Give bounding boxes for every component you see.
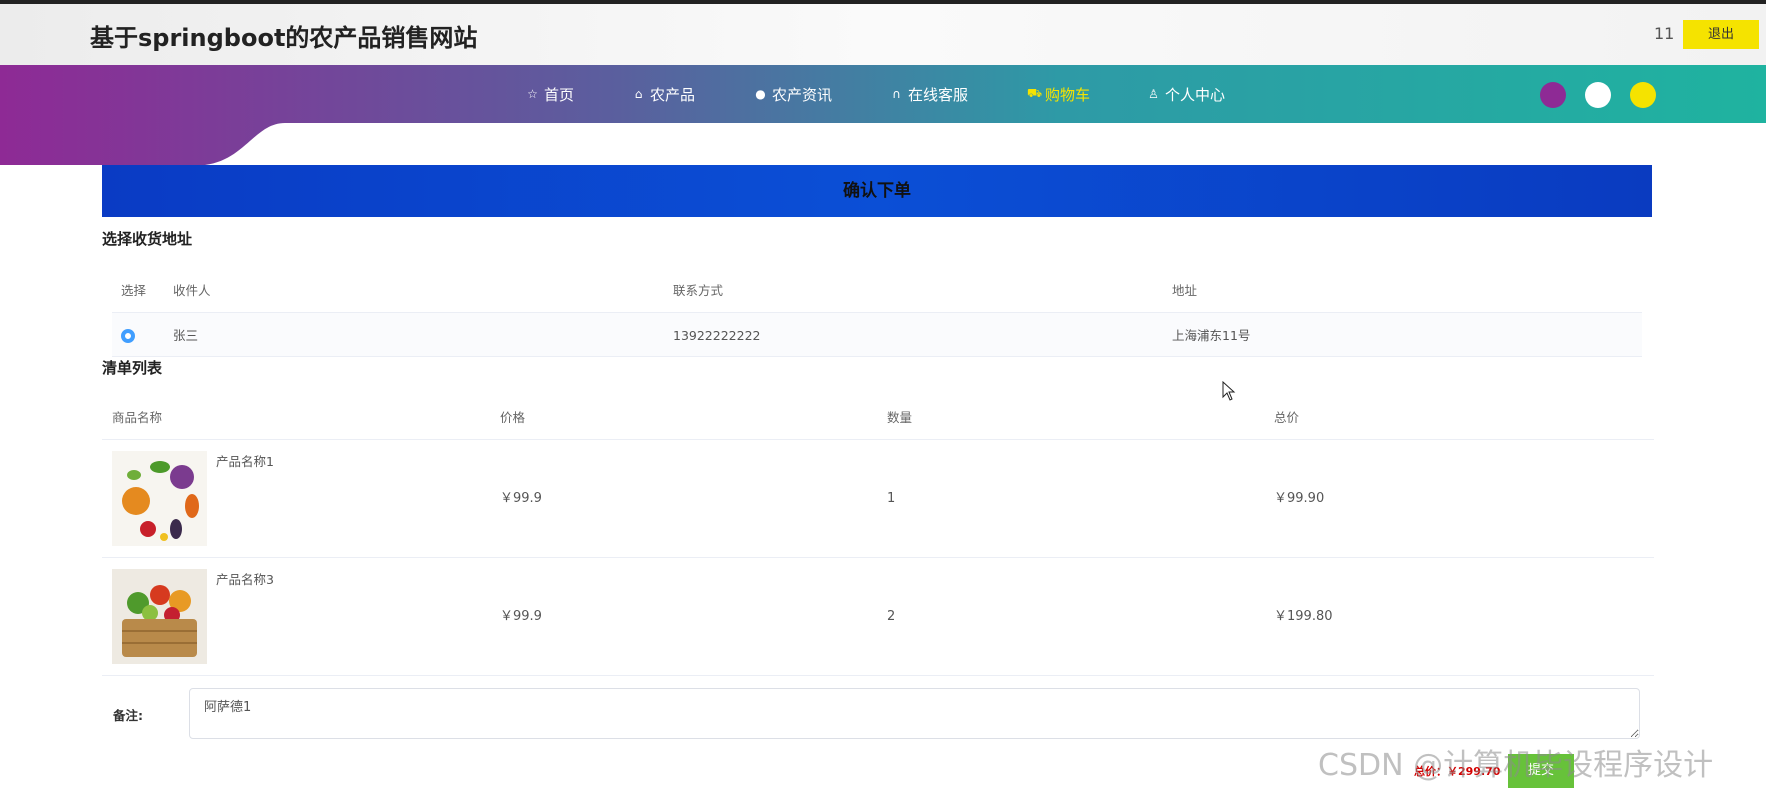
nav-item-home[interactable]: ☆ 首页 bbox=[526, 83, 574, 105]
site-header: 基于springboot的农产品销售网站 11 退出 bbox=[0, 4, 1766, 65]
address-section-title: 选择收货地址 bbox=[102, 230, 193, 248]
column-header: 数量 bbox=[887, 410, 913, 425]
bag-icon: ⌂ bbox=[634, 87, 643, 101]
nav-item-service[interactable]: ∩ 在线客服 bbox=[890, 83, 968, 105]
column-header: 选择 bbox=[121, 283, 147, 298]
nav-item-label: 首页 bbox=[544, 85, 575, 104]
confirm-order-banner: 确认下单 bbox=[102, 165, 1652, 217]
recipient-address: 上海浦东11号 bbox=[1172, 328, 1251, 343]
remark-textarea[interactable]: 阿萨德1 bbox=[189, 688, 1640, 739]
list-table-header: 商品名称 价格 数量 总价 bbox=[102, 396, 1654, 440]
column-header: 地址 bbox=[1172, 283, 1198, 298]
nav-item-cart[interactable]: ⛟ 购物车 bbox=[1027, 83, 1090, 105]
product-image[interactable] bbox=[112, 451, 207, 546]
address-row[interactable]: 张三 13922222222 上海浦东11号 bbox=[112, 312, 1642, 357]
nav-item-label: 在线客服 bbox=[908, 85, 969, 104]
product-price: ￥99.9 bbox=[500, 609, 542, 624]
nav-item-label: 农产资讯 bbox=[772, 85, 833, 104]
username-label: 11 bbox=[1654, 24, 1675, 43]
mouse-cursor-icon bbox=[1222, 381, 1236, 401]
user-icon: ♙ bbox=[1148, 87, 1159, 101]
table-row: 产品名称3 ￥99.9 2 ￥199.80 bbox=[102, 558, 1654, 676]
product-image[interactable] bbox=[112, 569, 207, 664]
column-header: 总价 bbox=[1274, 410, 1300, 425]
remark-label: 备注: bbox=[113, 708, 143, 723]
nav-item-news[interactable]: ● 农产资讯 bbox=[754, 83, 832, 105]
banner-title: 确认下单 bbox=[843, 181, 911, 201]
nav-item-label: 个人中心 bbox=[1165, 85, 1226, 104]
headset-icon: ∩ bbox=[892, 87, 901, 101]
site-title: 基于springboot的农产品销售网站 bbox=[90, 24, 478, 52]
product-price: ￥99.9 bbox=[500, 491, 542, 506]
product-quantity: 2 bbox=[887, 609, 896, 624]
product-name: 产品名称1 bbox=[216, 454, 274, 469]
column-header: 价格 bbox=[500, 410, 526, 425]
nav-band-background bbox=[0, 65, 1766, 165]
product-total: ￥99.90 bbox=[1274, 491, 1325, 506]
list-section-title: 清单列表 bbox=[102, 359, 163, 377]
app-root: 基于springboot的农产品销售网站 11 退出 ☆ 首页 ⌂ 农产品 ● … bbox=[0, 0, 1766, 790]
column-header: 联系方式 bbox=[673, 283, 724, 298]
vegetable-basket-image bbox=[112, 569, 207, 664]
recipient-phone: 13922222222 bbox=[673, 328, 761, 343]
nav-item-label: 购物车 bbox=[1045, 85, 1091, 104]
address-radio-selected[interactable] bbox=[121, 329, 135, 343]
theme-dot-purple[interactable] bbox=[1540, 82, 1566, 108]
product-total: ￥199.80 bbox=[1274, 609, 1333, 624]
product-quantity: 1 bbox=[887, 491, 896, 506]
nav-item-profile[interactable]: ♙ 个人中心 bbox=[1147, 83, 1225, 105]
theme-dot-white[interactable] bbox=[1585, 82, 1611, 108]
logout-button[interactable]: 退出 bbox=[1683, 20, 1759, 49]
vegetables-circle-image bbox=[112, 451, 207, 546]
nav-item-label: 农产品 bbox=[650, 85, 696, 104]
address-table-header: 选择 收件人 联系方式 地址 bbox=[112, 268, 1642, 313]
table-row: 产品名称1 ￥99.9 1 ￥99.90 bbox=[102, 440, 1654, 558]
theme-dot-yellow[interactable] bbox=[1630, 82, 1656, 108]
nav-band bbox=[0, 65, 1766, 165]
recipient-name: 张三 bbox=[173, 328, 199, 343]
nav-item-products[interactable]: ⌂ 农产品 bbox=[632, 83, 695, 105]
watermark-text: CSDN @计算机毕设程序设计 bbox=[1318, 748, 1714, 783]
column-header: 商品名称 bbox=[112, 410, 163, 425]
cart-icon: ⛟ bbox=[1027, 86, 1043, 100]
column-header: 收件人 bbox=[173, 283, 211, 298]
product-name: 产品名称3 bbox=[216, 572, 274, 587]
info-icon: ● bbox=[755, 87, 766, 101]
star-icon: ☆ bbox=[527, 87, 538, 101]
